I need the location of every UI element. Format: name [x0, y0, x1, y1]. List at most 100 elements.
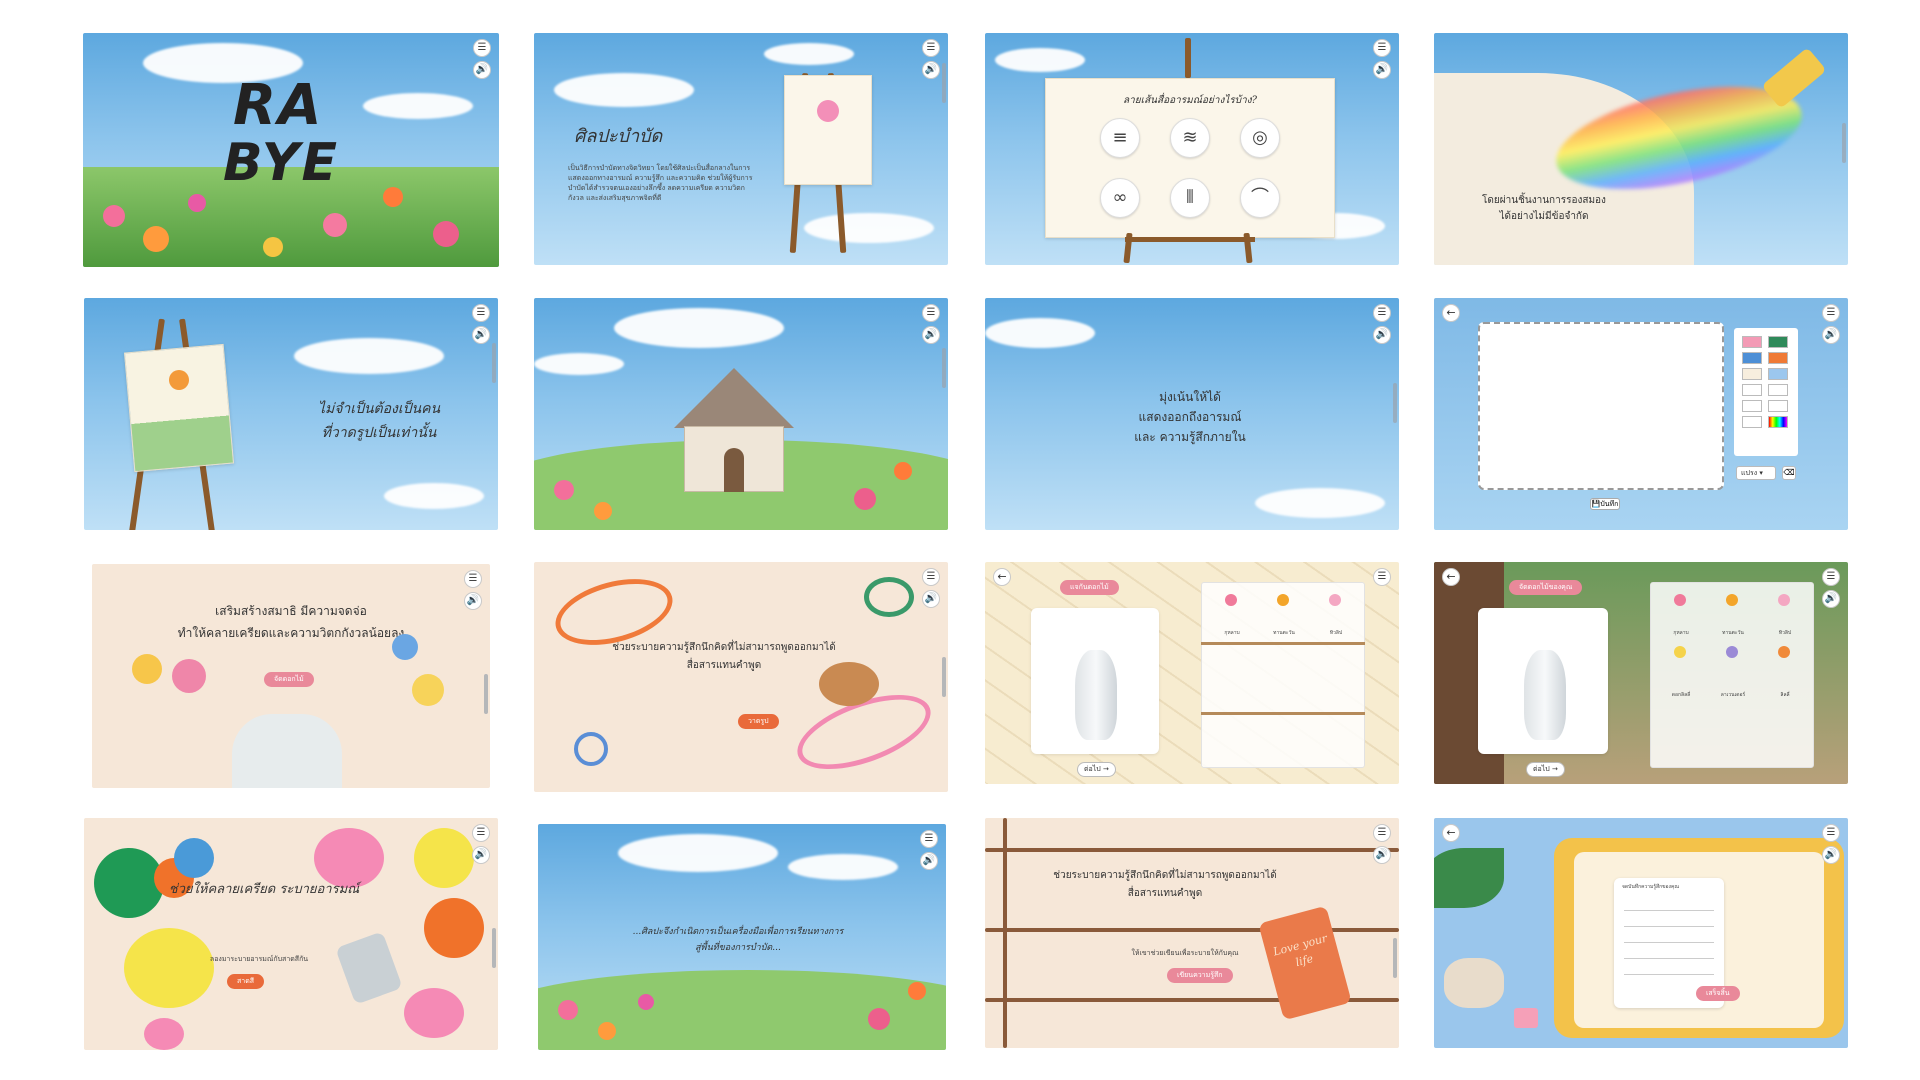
swatch-empty[interactable]	[1742, 384, 1762, 396]
slide-concentration[interactable]: เสริมสร้างสมาธิ มีความจดจ่อ ทำให้คลายเคร…	[92, 564, 490, 788]
swatch-pink[interactable]	[1742, 336, 1762, 348]
sound-icon[interactable]: 🔊	[922, 326, 940, 344]
menu-icon[interactable]: ☰	[473, 39, 491, 57]
next-button[interactable]: ต่อไป →	[1526, 762, 1565, 777]
next-button[interactable]: ต่อไป →	[1077, 762, 1116, 777]
swatch-empty[interactable]	[1768, 384, 1788, 396]
sound-icon[interactable]: 🔊	[1822, 590, 1840, 608]
sound-icon[interactable]: 🔊	[1373, 61, 1391, 79]
sunflower-icon[interactable]	[1726, 594, 1738, 606]
swatch-empty[interactable]	[1768, 400, 1788, 412]
line-pattern-vertical[interactable]: ⦀	[1170, 178, 1210, 218]
menu-icon[interactable]: ☰	[922, 39, 940, 57]
swatch-cream[interactable]	[1742, 368, 1762, 380]
menu-icon[interactable]: ☰	[1373, 568, 1391, 586]
save-icon: 💾	[1591, 500, 1601, 508]
lily-orange-icon[interactable]	[1778, 646, 1790, 658]
sound-icon[interactable]: 🔊	[1822, 846, 1840, 864]
swatch-orange[interactable]	[1768, 352, 1788, 364]
swatch-empty[interactable]	[1742, 416, 1762, 428]
swatch-green[interactable]	[1768, 336, 1788, 348]
back-icon[interactable]: ←	[1442, 568, 1460, 586]
slide-vase-arrange-1[interactable]: ← แจกันดอกไม้ ต่อไป → กุหลาบ ทานตะวัน ทิ…	[985, 562, 1399, 784]
rose-icon[interactable]	[1225, 594, 1237, 606]
sound-icon[interactable]: 🔊	[473, 61, 491, 79]
sound-icon[interactable]: 🔊	[1373, 326, 1391, 344]
slide-journal[interactable]: จดบันทึกความรู้สึกของคุณ เสร็จสิ้น ← ☰ 🔊	[1434, 818, 1848, 1048]
slide-rainbow-brush[interactable]: โดยผ่านชิ้นงานการรองสมอง ได้อย่างไม่มีข้…	[1434, 33, 1848, 265]
menu-icon[interactable]: ☰	[922, 304, 940, 322]
back-icon[interactable]: ←	[1442, 304, 1460, 322]
swatch-empty[interactable]	[1742, 400, 1762, 412]
slide-closing[interactable]: ...ศิลปะจึงกำเนิดการเป็นเครื่องมือเพื่อก…	[538, 824, 946, 1050]
back-icon[interactable]: ←	[993, 568, 1011, 586]
slide-vase-arrange-2[interactable]: ← จัดดอกไม้ของคุณ ต่อไป → กุหลาบ ทานตะวั…	[1434, 562, 1848, 784]
eraser-icon[interactable]: ⌫	[1782, 466, 1796, 480]
sound-icon[interactable]: 🔊	[1373, 846, 1391, 864]
menu-icon[interactable]: ☰	[920, 830, 938, 848]
scrollbar[interactable]	[942, 348, 946, 388]
scrollbar[interactable]	[1393, 938, 1397, 978]
splash-button[interactable]: สาดสี	[227, 974, 265, 989]
sound-icon[interactable]: 🔊	[920, 852, 938, 870]
scrollbar[interactable]	[484, 674, 488, 714]
slide-house[interactable]: ☰ 🔊	[534, 298, 948, 530]
menu-icon[interactable]: ☰	[472, 824, 490, 842]
draw-button[interactable]: วาดรูป	[738, 714, 779, 729]
save-button[interactable]: 💾บันทึก	[1590, 498, 1620, 510]
slide-no-need-artist[interactable]: ไม่จำเป็นต้องเป็นคน ที่วาดรูปเป็นเท่านั้…	[84, 298, 498, 530]
menu-icon[interactable]: ☰	[1822, 568, 1840, 586]
menu-icon[interactable]: ☰	[472, 304, 490, 322]
lily-icon[interactable]	[1674, 646, 1686, 658]
note-line	[1624, 974, 1714, 975]
menu-icon[interactable]: ☰	[1373, 824, 1391, 842]
arrange-flowers-button[interactable]: จัดดอกไม้	[264, 672, 314, 687]
slide-writing-intro[interactable]: ช่วยระบายความรู้สึกนึกคิดที่ไม่สามารถพูด…	[985, 818, 1399, 1048]
scrollbar[interactable]	[942, 63, 946, 103]
rose-icon[interactable]	[1674, 594, 1686, 606]
lavender-icon[interactable]	[1726, 646, 1738, 658]
menu-icon[interactable]: ☰	[922, 568, 940, 586]
line-pattern-spiral[interactable]: ◎	[1240, 118, 1280, 158]
line-pattern-zigzag[interactable]: ≋	[1170, 118, 1210, 158]
slide-drawing-intro[interactable]: ช่วยระบายความรู้สึกนึกคิดที่ไม่สามารถพูด…	[534, 562, 948, 792]
slide-line3: และ ความรู้สึกภายใน	[1134, 430, 1246, 444]
sound-icon[interactable]: 🔊	[922, 590, 940, 608]
scrollbar[interactable]	[1842, 123, 1846, 163]
slide-line-emotions[interactable]: ลายเส้นสื่ออารมณ์อย่างไรบ้าง? ≡ ≋ ◎ ∞ ⦀ …	[985, 33, 1399, 265]
sunflower-icon[interactable]	[1277, 594, 1289, 606]
slide-express-emotions[interactable]: มุ่งเน้นให้ได้ แสดงออกถึงอารมณ์ และ ความ…	[985, 298, 1399, 530]
menu-icon[interactable]: ☰	[1822, 824, 1840, 842]
back-icon[interactable]: ←	[1442, 824, 1460, 842]
scrollbar[interactable]	[1393, 383, 1397, 423]
sound-icon[interactable]: 🔊	[922, 61, 940, 79]
sound-icon[interactable]: 🔊	[472, 326, 490, 344]
sound-icon[interactable]: 🔊	[464, 592, 482, 610]
scrollbar[interactable]	[492, 928, 496, 968]
scrollbar[interactable]	[942, 657, 946, 697]
tulip-icon[interactable]	[1778, 594, 1790, 606]
slide-art-therapy[interactable]: ศิลปะบำบัด เป็นวิธีการบำบัดทางจิตวิทยา โ…	[534, 33, 948, 265]
line-pattern-arc[interactable]: ⌒	[1240, 178, 1280, 218]
menu-icon[interactable]: ☰	[1373, 304, 1391, 322]
line-pattern-straight[interactable]: ≡	[1100, 118, 1140, 158]
write-feelings-button[interactable]: เขียนความรู้สึก	[1167, 968, 1233, 983]
sound-icon[interactable]: 🔊	[472, 846, 490, 864]
color-picker[interactable]	[1768, 416, 1788, 428]
swatch-blue[interactable]	[1742, 352, 1762, 364]
drawing-area[interactable]	[1478, 322, 1724, 490]
finish-button[interactable]: เสร็จสิ้น	[1696, 986, 1740, 1001]
scrollbar[interactable]	[492, 343, 496, 383]
slide-cover[interactable]: RA BYE ☰ 🔊	[83, 33, 499, 267]
menu-icon[interactable]: ☰	[1373, 39, 1391, 57]
line-pattern-loops[interactable]: ∞	[1100, 178, 1140, 218]
menu-icon[interactable]: ☰	[464, 570, 482, 588]
swatch-lightblue[interactable]	[1768, 368, 1788, 380]
flower-label: ดอกลิลลี่	[1671, 692, 1691, 698]
sound-icon[interactable]: 🔊	[1822, 326, 1840, 344]
slide-drawing-canvas[interactable]: ← แปรง ▾ ⌫ 💾บันทึก ☰ 🔊	[1434, 298, 1848, 530]
slide-paint-splash[interactable]: ช่วยให้คลายเครียด ระบายอารมณ์ ลองมาระบาย…	[84, 818, 498, 1050]
tulip-icon[interactable]	[1329, 594, 1341, 606]
menu-icon[interactable]: ☰	[1822, 304, 1840, 322]
tool-select[interactable]: แปรง ▾	[1736, 466, 1776, 480]
